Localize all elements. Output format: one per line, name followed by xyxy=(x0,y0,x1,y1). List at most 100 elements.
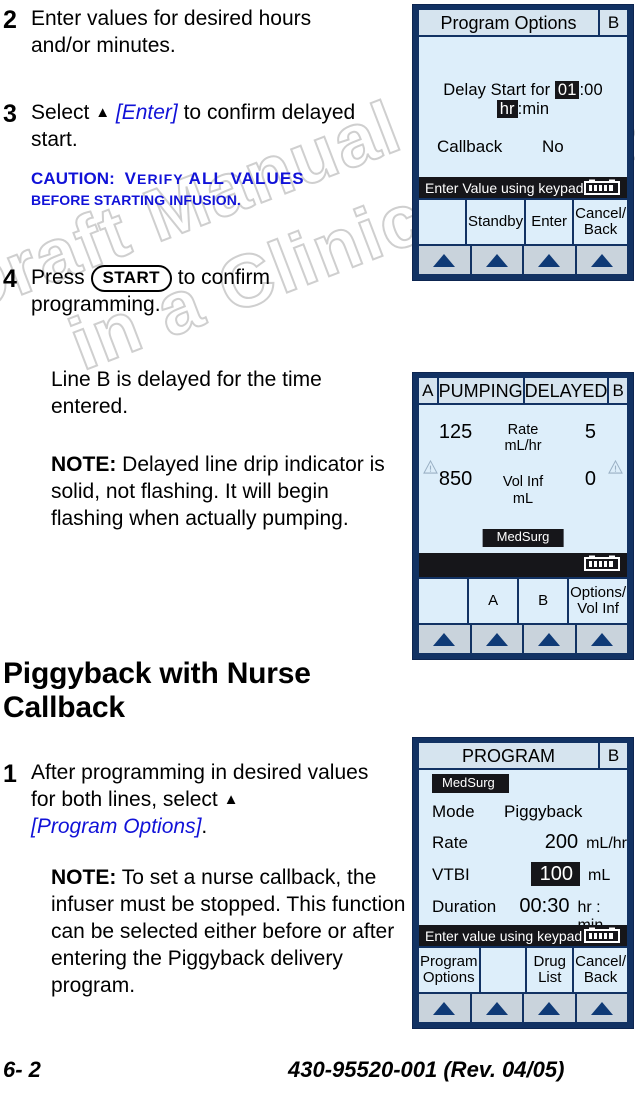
up-arrow-icon xyxy=(538,253,561,267)
device3-progopt-line2: Options xyxy=(422,969,475,986)
up-arrow-icon xyxy=(433,632,456,646)
device1-cancel-line2: Back xyxy=(583,221,618,238)
delay-start-row[interactable]: Delay Start for 01:00 hr:min xyxy=(419,81,627,119)
section-step-1-text-after: . xyxy=(201,814,208,838)
step-4: 4 Press START to confirm programming. xyxy=(0,265,376,319)
enter-softkey-reference[interactable]: [Enter] xyxy=(110,101,178,124)
note-label: NOTE: xyxy=(51,453,117,476)
step-4-body: Press START to confirm programming. xyxy=(31,265,376,319)
device2-softkey-label-1[interactable] xyxy=(419,579,468,623)
device3-vtbi-value[interactable]: 100 xyxy=(530,861,580,886)
up-arrow-icon xyxy=(485,253,508,267)
device2-line-indicator-a: A xyxy=(419,378,437,403)
device3-softkey-label-drug-list[interactable]: Drug List xyxy=(527,948,573,992)
device1-softkey-label-cancel-back[interactable]: Cancel/ Back xyxy=(574,200,627,244)
step-2: 2 Enter values for desired hours and/or … xyxy=(0,6,376,60)
device3-softkey-2[interactable] xyxy=(471,994,522,1022)
device3-line-indicator-b: B xyxy=(600,743,627,768)
caution-verify-cap: V xyxy=(124,168,138,188)
device2-line-b-values: 5 0 xyxy=(554,422,627,489)
step-3-number: 3 xyxy=(3,100,17,128)
step-3-text-before: Select xyxy=(31,101,96,124)
device1-softkey-label-1[interactable] xyxy=(419,200,466,244)
device2-line-indicator-b: B xyxy=(609,378,627,403)
battery-icon xyxy=(584,179,620,195)
caution-verify-rest: ERIFY xyxy=(137,170,184,187)
device3-softkey-4[interactable] xyxy=(576,994,627,1022)
step-4-note: NOTE: Delayed line drip indicator is sol… xyxy=(51,452,396,533)
caution-block: CAUTION: VERIFY ALL VALUES BEFORE STARTI… xyxy=(31,168,376,211)
device3-status-bar: Enter value using keypad xyxy=(419,925,627,946)
device2-softkey-label-b[interactable]: B xyxy=(519,579,568,623)
device1-title: Program Options xyxy=(419,10,598,35)
device3-softkey-label-cancel-back[interactable]: Cancel/ Back xyxy=(574,948,628,992)
delay-hours-field[interactable]: 01 xyxy=(554,81,580,99)
device3-status-text: Enter value using keypad xyxy=(425,927,583,944)
device1-softkey-labels: Standby Enter Cancel/ Back xyxy=(419,200,627,244)
caution-second-line: BEFORE STARTING INFUSION. xyxy=(31,192,241,208)
device1-softkey-2[interactable] xyxy=(471,246,522,274)
section-step-1-body: After programming in desired values for … xyxy=(31,760,376,841)
up-arrow-icon xyxy=(590,1001,613,1015)
delay-unit-hr-highlight[interactable]: hr xyxy=(496,100,518,118)
up-arrow-icon xyxy=(590,632,613,646)
device2-header: A PUMPING DELAYED B xyxy=(419,378,627,403)
device3-row-mode[interactable]: Mode Piggyback xyxy=(419,802,627,822)
callback-value[interactable]: No xyxy=(542,137,564,157)
up-triangle-icon: ▲ xyxy=(95,104,111,121)
device1-cancel-line1: Cancel/ xyxy=(575,204,626,222)
device3-softkey-label-2[interactable] xyxy=(480,948,526,992)
page-title: Piggyback with Nurse Callback xyxy=(3,657,311,724)
device3-header: PROGRAM B xyxy=(419,743,627,768)
up-arrow-icon xyxy=(538,1001,561,1015)
up-arrow-icon xyxy=(485,1001,508,1015)
device2-screen-body: 125 850 Rate mL/hr Vol Inf mL 5 0 MedSur… xyxy=(419,405,627,553)
device2-options-line2: Vol Inf xyxy=(577,600,619,617)
device2-care-area-badge: MedSurg xyxy=(482,529,564,547)
infuser-screen-program-options: Program Options B Delay Start for 01:00 … xyxy=(412,4,634,281)
device2-softkey-3[interactable] xyxy=(524,625,575,653)
device1-softkey-3[interactable] xyxy=(524,246,575,274)
delay-minutes-field[interactable]: 00 xyxy=(584,81,603,99)
start-button-glyph[interactable]: START xyxy=(90,265,172,292)
device2-softkey-buttons xyxy=(419,625,627,653)
section-step-1-text-before: After programming in desired values for … xyxy=(31,761,369,811)
device3-mode-value[interactable]: Piggyback xyxy=(504,802,582,822)
step-4-paragraph: Line B is delayed for the time entered. xyxy=(51,368,322,418)
note-label-2: NOTE: xyxy=(51,866,117,889)
device3-softkey-labels: Program Options Drug List Cancel/ Back xyxy=(419,948,628,992)
device2-softkey-4[interactable] xyxy=(576,625,627,653)
device3-duration-value[interactable]: 00:30 xyxy=(499,895,569,918)
device1-softkey-label-enter[interactable]: Enter xyxy=(526,200,573,244)
device2-softkey-label-options-volinf[interactable]: Options/ Vol Inf xyxy=(569,579,628,623)
device2-softkey-2[interactable] xyxy=(471,625,522,653)
device1-status-bar: Enter Value using keypad xyxy=(419,177,627,198)
device3-softkey-label-program-options[interactable]: Program Options xyxy=(419,948,479,992)
device1-softkey-label-standby[interactable]: Standby xyxy=(467,200,525,244)
device2-line-a-values: 125 850 xyxy=(419,422,492,489)
device1-line-indicator-b: B xyxy=(600,10,627,35)
device2-volinf-label-1: Vol Inf xyxy=(502,474,544,491)
device2-status-pumping: PUMPING xyxy=(438,378,523,403)
caution-label: CAUTION: xyxy=(31,168,115,188)
device3-cancel-line1: Cancel/ xyxy=(575,952,627,970)
device3-row-vtbi[interactable]: VTBI 100 mL xyxy=(419,861,627,886)
device1-status-text: Enter Value using keypad xyxy=(425,179,584,196)
device3-softkey-1[interactable] xyxy=(419,994,470,1022)
device3-progopt-line1: Program xyxy=(420,952,478,970)
device1-header: Program Options B xyxy=(419,10,627,35)
device1-screen-body: Delay Start for 01:00 hr:min Callback No xyxy=(419,37,627,177)
device2-softkey-label-a[interactable]: A xyxy=(469,579,518,623)
device3-rate-value[interactable]: 200 xyxy=(503,831,578,854)
page-number: 6- 2 xyxy=(3,1057,41,1082)
device1-softkey-4[interactable] xyxy=(576,246,627,274)
device3-row-rate[interactable]: Rate 200 mL/hr xyxy=(419,831,627,854)
device1-softkey-1[interactable] xyxy=(419,246,470,274)
battery-icon xyxy=(584,927,620,943)
device3-vtbi-label: VTBI xyxy=(432,864,470,884)
device3-softkey-3[interactable] xyxy=(524,994,575,1022)
infuser-screen-pumping-delayed: A PUMPING DELAYED B 125 850 Rate mL/hr V… xyxy=(412,372,634,660)
device2-softkey-1[interactable] xyxy=(419,625,470,653)
program-options-softkey-reference[interactable]: [Program Options] xyxy=(31,815,201,838)
callback-row[interactable]: Callback No xyxy=(419,137,627,157)
